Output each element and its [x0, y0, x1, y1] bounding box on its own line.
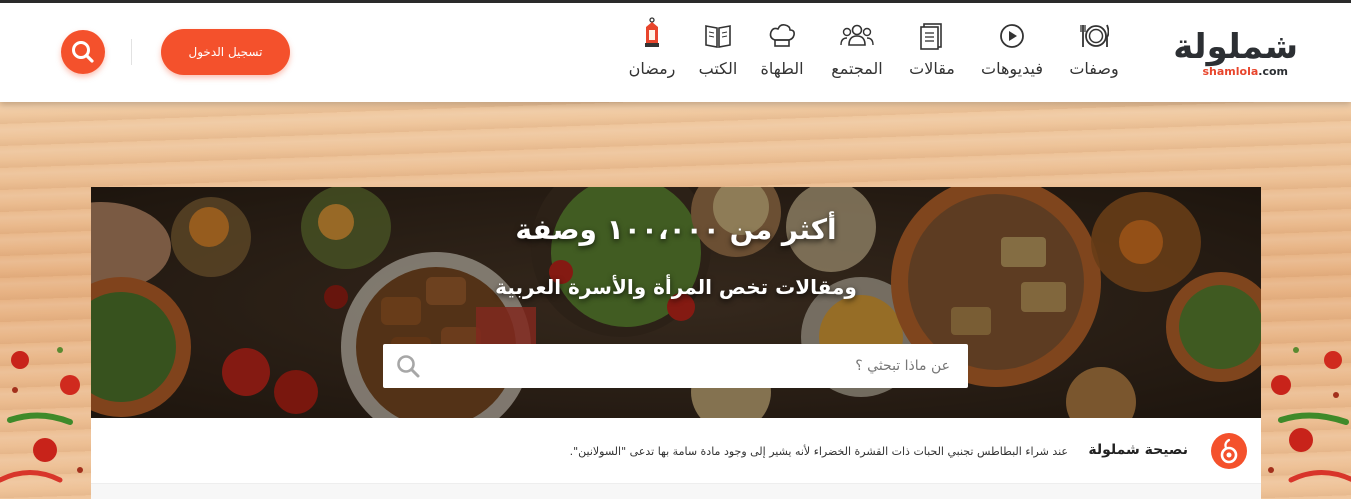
- nav-item-articles[interactable]: مقالات: [904, 21, 960, 85]
- nav-item-books[interactable]: الكتب: [690, 21, 746, 85]
- hero-banner: أكثر من ١٠٠،٠٠٠ وصفة ومقالات تخص المرأة …: [91, 187, 1261, 418]
- nav-label-books: الكتب: [698, 59, 738, 78]
- lantern-icon: [645, 17, 659, 47]
- search-icon: [72, 41, 94, 63]
- chef-hat-icon: [769, 24, 795, 47]
- site-header: شملولة shamlola.com وصفات فيديوهات مقالا…: [0, 3, 1351, 102]
- login-button[interactable]: تسجيل الدخول: [161, 29, 290, 75]
- nav-label-articles: مقالات: [909, 59, 955, 78]
- nav-label-videos: فيديوهات: [981, 59, 1043, 78]
- nav-item-ramadan[interactable]: رمضان: [624, 17, 680, 85]
- nav-item-chefs[interactable]: الطهاة: [754, 21, 810, 85]
- nav-label-ramadan: رمضان: [628, 59, 676, 78]
- hero-search-input[interactable]: [443, 344, 958, 388]
- hero-search-box: [383, 344, 968, 388]
- tip-badge-icon: [1220, 438, 1238, 464]
- play-icon: [1000, 24, 1024, 48]
- nav-label-community: المجتمع: [831, 59, 883, 78]
- logo-domain: shamlola.com: [1202, 65, 1288, 78]
- nav-item-videos[interactable]: فيديوهات: [974, 21, 1050, 85]
- document-icon: [920, 23, 942, 50]
- plate-fork-knife-icon: [1080, 24, 1109, 47]
- nav-item-recipes[interactable]: وصفات: [1066, 21, 1122, 85]
- site-logo[interactable]: شملولة shamlola.com: [1158, 25, 1299, 83]
- tip-text: عند شراء البطاطس تجنبي الحبات ذات القشرة…: [569, 445, 1068, 458]
- logo-wordmark: شملولة: [1173, 27, 1299, 67]
- people-icon: [840, 24, 874, 46]
- tip-bar: نصيحة شملولة عند شراء البطاطس تجنبي الحب…: [91, 418, 1261, 483]
- spice-decoration-right: [1268, 347, 1351, 483]
- hero-subtitle: ومقالات تخص المرأة والأسرة العربية: [495, 275, 857, 299]
- header-search-button[interactable]: [61, 30, 105, 74]
- spice-decoration-left: [0, 347, 83, 483]
- nav-label-recipes: وصفات: [1069, 59, 1119, 78]
- tip-bar-bottom: [91, 483, 1261, 499]
- search-icon[interactable]: [395, 353, 421, 379]
- tip-label: نصيحة شملولة: [1088, 442, 1188, 458]
- tip-logo-icon: [1211, 433, 1247, 469]
- header-divider: [131, 39, 132, 65]
- book-icon: [705, 25, 731, 48]
- hero-title: أكثر من ١٠٠،٠٠٠ وصفة: [515, 213, 837, 246]
- nav-item-community[interactable]: المجتمع: [824, 21, 890, 85]
- nav-label-chefs: الطهاة: [760, 59, 804, 78]
